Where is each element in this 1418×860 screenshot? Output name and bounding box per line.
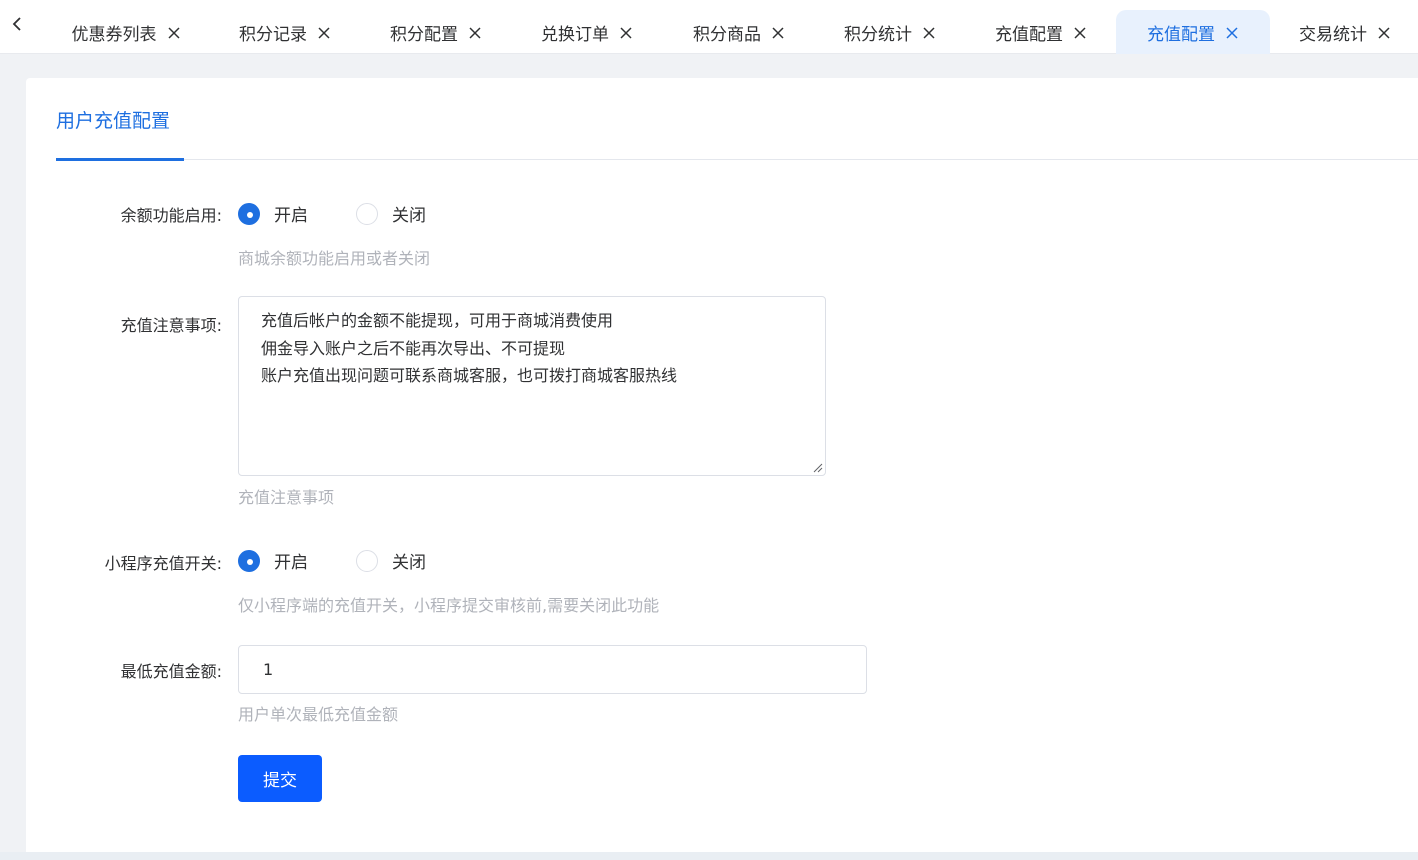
close-icon[interactable] — [468, 26, 482, 40]
tab-label: 兑换订单 — [541, 24, 609, 45]
recharge-notes-help-text: 充值注意事项 — [238, 488, 335, 507]
tab-label: 充值配置 — [1147, 24, 1215, 45]
tab-exchange-orders[interactable]: 兑换订单 — [516, 10, 658, 54]
min-recharge-amount-label: 最低充值金额: — [120, 662, 222, 681]
tab-coupon-list[interactable]: 优惠券列表 — [50, 10, 202, 54]
settings-card: 用户充值配置 余额功能启用: 开启 关闭 商城余额功能启用或者关闭 充值注意事项… — [26, 78, 1418, 852]
tab-transaction-stats[interactable]: 交易统计 — [1274, 10, 1416, 54]
tab-label: 积分商品 — [693, 24, 761, 45]
balance-help-text: 商城余额功能启用或者关闭 — [238, 249, 431, 268]
chevron-left-icon — [12, 17, 21, 31]
tab-points-records[interactable]: 积分记录 — [214, 10, 356, 54]
tab-label: 积分统计 — [844, 24, 912, 45]
tab-points-config[interactable]: 积分配置 — [365, 10, 507, 54]
close-icon[interactable] — [167, 26, 181, 40]
input-value: 1 — [263, 660, 274, 679]
miniprogram-on-radio[interactable]: 开启 — [238, 548, 308, 573]
active-tab-underline — [56, 158, 184, 161]
tab-user-recharge-config[interactable]: 用户充值配置 — [56, 78, 184, 161]
resize-grip-icon[interactable] — [813, 463, 823, 473]
tab-label: 充值配置 — [995, 24, 1063, 45]
radio-unchecked-icon — [356, 202, 378, 225]
tab-points-products[interactable]: 积分商品 — [668, 10, 810, 54]
card-tab-strip: 用户充值配置 — [56, 78, 1418, 161]
tab-label: 优惠券列表 — [71, 24, 157, 45]
min-recharge-amount-input[interactable]: 1 — [238, 645, 867, 694]
radio-checked-icon — [238, 202, 260, 225]
balance-enable-label: 余额功能启用: — [120, 206, 222, 225]
radio-label: 开启 — [274, 206, 308, 226]
close-icon[interactable] — [619, 26, 633, 40]
radio-label: 关闭 — [392, 206, 426, 226]
tab-bar: 优惠券列表 积分记录 积分配置 兑换订单 积分商品 积分统计 充值配置 充值配置… — [0, 0, 1418, 54]
submit-button[interactable]: 提交 — [238, 755, 322, 802]
tab-label: 交易统计 — [1299, 24, 1367, 45]
min-recharge-amount-help-text: 用户单次最低充值金额 — [238, 705, 399, 724]
close-icon[interactable] — [1225, 26, 1239, 40]
tab-label: 积分配置 — [390, 24, 458, 45]
notes-line: 充值后帐户的金额不能提现，可用于商城消费使用 — [261, 311, 614, 330]
tab-points-stats[interactable]: 积分统计 — [819, 10, 961, 54]
notes-line: 佣金导入账户之后不能再次导出、不可提现 — [261, 338, 566, 358]
recharge-notes-textarea[interactable]: 充值后帐户的金额不能提现，可用于商城消费使用 佣金导入账户之后不能再次导出、不可… — [238, 296, 826, 476]
card-tab-label: 用户充值配置 — [56, 109, 171, 132]
tab-label: 积分记录 — [239, 24, 307, 45]
bottom-edge — [0, 852, 1418, 860]
close-icon[interactable] — [317, 26, 331, 40]
balance-off-radio[interactable]: 关闭 — [356, 201, 426, 226]
notes-line: 账户充值出现问题可联系商城客服，也可拨打商城客服热线 — [261, 366, 678, 385]
recharge-notes-label: 充值注意事项: — [120, 316, 222, 335]
balance-on-radio[interactable]: 开启 — [238, 201, 308, 226]
miniprogram-off-radio[interactable]: 关闭 — [356, 548, 426, 573]
close-icon[interactable] — [771, 26, 785, 40]
tab-recharge-config[interactable]: 充值配置 — [970, 10, 1112, 54]
radio-label: 关闭 — [392, 553, 426, 573]
radio-unchecked-icon — [356, 549, 378, 572]
tabs-scroll-left-button[interactable] — [0, 0, 34, 54]
radio-label: 开启 — [274, 553, 308, 573]
miniprogram-help-text: 仅小程序端的充值开关，小程序提交审核前,需要关闭此功能 — [238, 596, 660, 615]
close-icon[interactable] — [1377, 26, 1391, 40]
close-icon[interactable] — [922, 26, 936, 40]
miniprogram-recharge-label: 小程序充值开关: — [104, 554, 222, 573]
close-icon[interactable] — [1073, 26, 1087, 40]
radio-checked-icon — [238, 549, 260, 572]
tab-recharge-config-active[interactable]: 充值配置 — [1116, 10, 1270, 54]
